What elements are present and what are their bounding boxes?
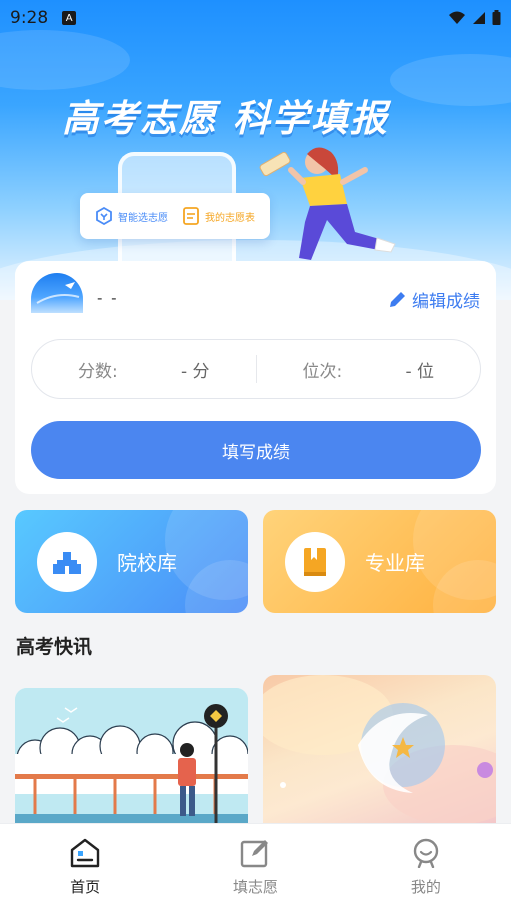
signal-icon — [473, 12, 485, 24]
score-card: - - 编辑成绩 分数: - 分 位次: - 位 填写成绩 — [15, 261, 496, 494]
school-library-card[interactable]: 院校库 — [15, 510, 248, 613]
status-time: 9:28 — [10, 8, 49, 28]
tag-smart-select-label: 智能选志愿 — [118, 212, 168, 224]
score-value: - 分 — [180, 361, 210, 382]
news-card-image[interactable] — [263, 675, 496, 825]
news-section-title: 高考快讯 — [16, 636, 93, 658]
home-icon — [70, 838, 100, 868]
smart-select-icon — [95, 207, 113, 225]
news-illustration-boy — [15, 688, 248, 838]
major-library-card[interactable]: 专业库 — [263, 510, 496, 613]
document-icon — [182, 207, 200, 225]
edit-icon — [241, 840, 269, 868]
avatar[interactable] — [31, 273, 83, 313]
avatar-image — [36, 282, 80, 304]
bottom-nav: 首页 填志愿 我的 — [0, 823, 511, 910]
news-card-image[interactable] — [15, 688, 248, 838]
nav-fill[interactable]: 填志愿 — [170, 824, 340, 910]
nav-fill-label: 填志愿 — [232, 878, 278, 896]
edit-score-button[interactable]: 编辑成绩 — [388, 287, 480, 312]
score-field: 分数: - 分 — [32, 357, 256, 382]
user-name: - - — [97, 289, 119, 307]
hero-title: 高考志愿 科学填报 — [62, 97, 389, 140]
pencil-icon — [390, 291, 405, 307]
rank-value: - 位 — [405, 361, 434, 382]
score-summary: 分数: - 分 位次: - 位 — [31, 339, 481, 399]
profile-icon — [413, 838, 439, 868]
book-icon — [285, 531, 345, 592]
rank-field: 位次: - 位 — [257, 357, 481, 382]
nav-home-label: 首页 — [70, 878, 101, 896]
feature-tags: 智能选志愿 我的志愿表 — [80, 193, 270, 239]
nav-home[interactable]: 首页 — [0, 824, 170, 910]
nav-profile[interactable]: 我的 — [341, 824, 511, 910]
running-girl-illustration — [259, 147, 396, 260]
news-illustration-moon — [263, 675, 496, 825]
score-label: 分数: — [78, 361, 118, 382]
tag-smart-select[interactable]: 智能选志愿 — [95, 207, 168, 225]
status-icons — [448, 10, 501, 26]
rank-label: 位次: — [302, 361, 343, 382]
edit-score-label: 编辑成绩 — [412, 292, 480, 312]
tag-my-list-label: 我的志愿表 — [205, 212, 255, 224]
school-icon — [37, 531, 97, 592]
battery-icon — [492, 10, 501, 25]
nav-profile-label: 我的 — [410, 878, 441, 896]
fill-score-button[interactable]: 填写成绩 — [31, 421, 481, 479]
notification-icon: A — [62, 11, 77, 25]
status-bar: 9:28 A — [0, 0, 511, 36]
wifi-icon — [449, 11, 465, 24]
tag-my-list[interactable]: 我的志愿表 — [182, 207, 255, 225]
